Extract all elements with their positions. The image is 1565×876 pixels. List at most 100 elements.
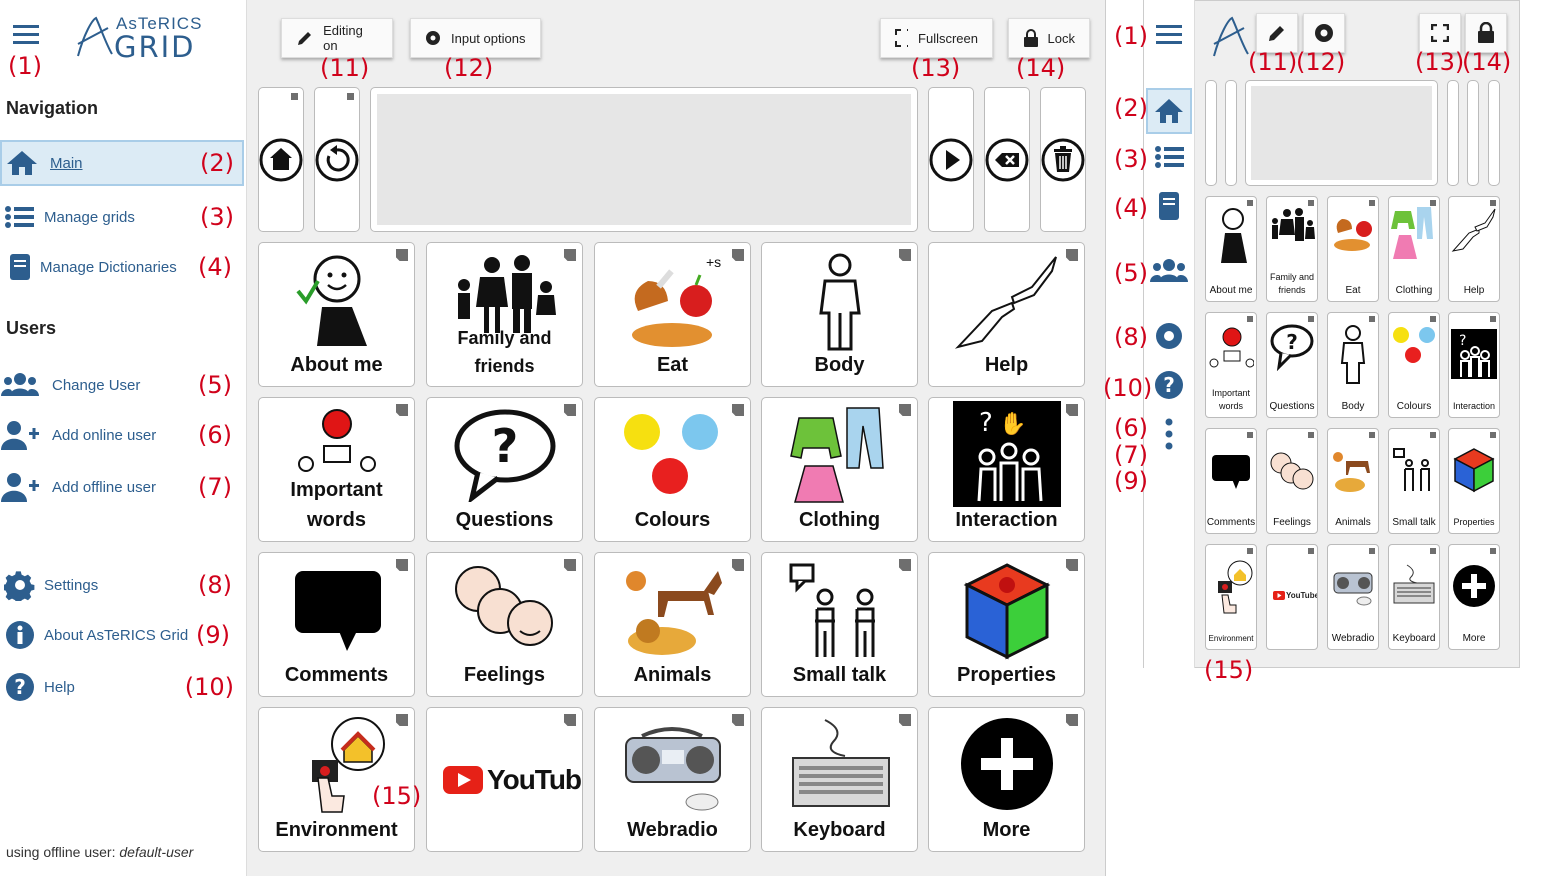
- backspace-icon: [985, 138, 1029, 182]
- sidebar-item-change-user[interactable]: Change User (5): [0, 362, 244, 408]
- pmarker-2: (2): [1114, 94, 1148, 122]
- grid-cell-eat[interactable]: +s Eat: [594, 242, 751, 387]
- preview-speak-cell[interactable]: [1447, 80, 1459, 186]
- preview-home-cell[interactable]: [1205, 80, 1217, 186]
- svg-text:?: ?: [1459, 333, 1466, 349]
- input-options-button[interactable]: Input options: [410, 18, 541, 58]
- sentence-bar[interactable]: [370, 87, 918, 232]
- grid-cell-small-talk[interactable]: Small talk: [761, 552, 918, 697]
- grid-cell-important-words[interactable]: Important words: [258, 397, 415, 542]
- preview-cell[interactable]: Help: [1448, 196, 1500, 302]
- preview-cell[interactable]: More: [1448, 544, 1500, 650]
- hamburger-icon: [13, 25, 39, 44]
- home-icon: [2, 149, 42, 177]
- gear-icon[interactable]: [1154, 321, 1184, 356]
- preview-cell[interactable]: Clothing: [1388, 196, 1440, 302]
- sidebar-item-add-offline-user[interactable]: Add offline user (7): [0, 464, 244, 510]
- preview-settings-button[interactable]: [1303, 13, 1345, 53]
- sidebar-item-add-online-user[interactable]: Add online user (6): [0, 412, 244, 458]
- preview-cell[interactable]: ? Questions: [1266, 312, 1318, 418]
- preview-cell[interactable]: ? Interaction: [1448, 312, 1500, 418]
- home-button[interactable]: [1146, 88, 1192, 134]
- grid-cell-feelings[interactable]: Feelings: [426, 552, 583, 697]
- lock-button[interactable]: Lock: [1008, 18, 1090, 58]
- question-icon[interactable]: ?: [1154, 370, 1184, 405]
- sidebar-item-help[interactable]: ? Help (10): [0, 664, 244, 710]
- sidebar-item-settings[interactable]: Settings (8): [0, 562, 244, 608]
- more-vertical-icon[interactable]: [1164, 418, 1174, 455]
- sidebar-item-manage-dictionaries[interactable]: Manage Dictionaries (4): [0, 244, 244, 290]
- sidebar-item-label: Add offline user: [52, 478, 156, 496]
- cell-corner: [1308, 548, 1314, 554]
- marker-11: (11): [320, 54, 370, 82]
- preview-cell[interactable]: Small talk: [1388, 428, 1440, 534]
- preview-clear-cell[interactable]: [1488, 80, 1500, 186]
- grid-cell-environment[interactable]: Environment: [258, 707, 415, 852]
- preview-fullscreen-button[interactable]: [1419, 13, 1461, 53]
- preview-cell[interactable]: Webradio: [1327, 544, 1379, 650]
- preview-cell[interactable]: Properties: [1448, 428, 1500, 534]
- navigation-heading: Navigation: [6, 98, 99, 118]
- gear-icon: [1315, 24, 1333, 42]
- grid-cell-family[interactable]: Family and friends: [426, 242, 583, 387]
- cell-label: Keyboard: [793, 819, 886, 841]
- users-icon[interactable]: [1149, 258, 1189, 289]
- sidebar-item-main[interactable]: Main (2): [0, 140, 244, 186]
- preview-sentence-bar[interactable]: [1245, 80, 1438, 186]
- grid-cell-colours[interactable]: Colours: [594, 397, 751, 542]
- list-icon[interactable]: [1154, 144, 1186, 175]
- grid-cell-more[interactable]: More: [928, 707, 1085, 852]
- grid-cell-youtube[interactable]: YouTube: [426, 707, 583, 852]
- grid-cell-help[interactable]: Help: [928, 242, 1085, 387]
- fullscreen-button[interactable]: Fullscreen: [880, 18, 993, 58]
- cell-label: Body: [1341, 401, 1365, 412]
- cell-label: Comments: [1206, 517, 1256, 528]
- svg-text:?: ?: [979, 408, 993, 438]
- sidebar-item-label: Settings: [44, 576, 99, 594]
- grid-cell-questions[interactable]: ? Questions: [426, 397, 583, 542]
- grid-cell-clothing[interactable]: Clothing: [761, 397, 918, 542]
- preview-cell[interactable]: Colours: [1388, 312, 1440, 418]
- grid-cell-animals[interactable]: Animals: [594, 552, 751, 697]
- grid-cell-properties[interactable]: Properties: [928, 552, 1085, 697]
- grid-cell-webradio[interactable]: Webradio: [594, 707, 751, 852]
- preview-cell[interactable]: Body: [1327, 312, 1379, 418]
- book-icon[interactable]: [1156, 190, 1182, 227]
- backspace-cell[interactable]: [984, 87, 1030, 232]
- preview-cell[interactable]: Feelings: [1266, 428, 1318, 534]
- clear-cell[interactable]: [1040, 87, 1086, 232]
- preview-cell[interactable]: Important words: [1205, 312, 1257, 418]
- preview-cell[interactable]: Animals: [1327, 428, 1379, 534]
- speak-cell[interactable]: [928, 87, 974, 232]
- cell-corner: [1247, 548, 1253, 554]
- editing-on-button[interactable]: Editing on: [281, 18, 393, 58]
- cell-label: Feelings: [1273, 517, 1311, 528]
- youtube-logo: YouTube: [1273, 591, 1317, 600]
- hamburger-menu-button[interactable]: [12, 22, 42, 48]
- sidebar-item-label: Help: [44, 678, 75, 696]
- grid-cell-about-me[interactable]: About me: [258, 242, 415, 387]
- hamburger-icon[interactable]: [1155, 22, 1183, 53]
- preview-cell[interactable]: YouTube: [1266, 544, 1318, 650]
- preview-cell[interactable]: Environment: [1205, 544, 1257, 650]
- marker-2: (2): [200, 149, 234, 177]
- sidebar-item-about[interactable]: About AsTeRICS Grid (9): [0, 612, 244, 658]
- preview-cell[interactable]: Comments: [1205, 428, 1257, 534]
- sidebar-item-manage-grids[interactable]: Manage grids (3): [0, 194, 244, 240]
- preview-lock-button[interactable]: [1465, 13, 1507, 53]
- grid-cell-comments[interactable]: Comments: [258, 552, 415, 697]
- cell-label: Webradio: [1331, 633, 1375, 644]
- grid-cell-interaction[interactable]: ? ✋ Interaction: [928, 397, 1085, 542]
- preview-cell[interactable]: Keyboard: [1388, 544, 1440, 650]
- grid-cell-keyboard[interactable]: Keyboard: [761, 707, 918, 852]
- grid-cell-body[interactable]: Body: [761, 242, 918, 387]
- preview-cell[interactable]: Family and friends: [1266, 196, 1318, 302]
- preview-cell[interactable]: About me: [1205, 196, 1257, 302]
- preview-cell[interactable]: Eat: [1327, 196, 1379, 302]
- back-cell[interactable]: [314, 87, 360, 232]
- preview-back-cell[interactable]: [1225, 80, 1237, 186]
- preview-backspace-cell[interactable]: [1467, 80, 1479, 186]
- properties-cube-icon: [929, 561, 1084, 661]
- preview-edit-button[interactable]: [1256, 13, 1298, 53]
- home-cell[interactable]: [258, 87, 304, 232]
